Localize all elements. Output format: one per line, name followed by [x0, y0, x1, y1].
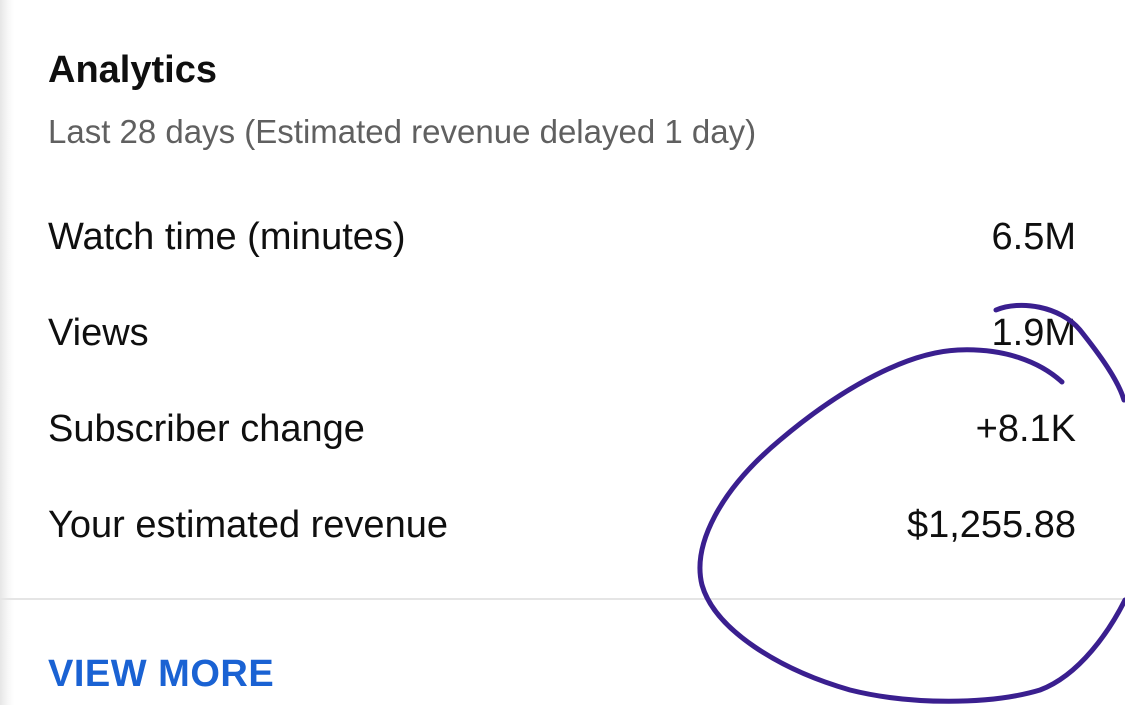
card-title: Analytics	[48, 49, 217, 91]
metric-value: +8.1K	[975, 407, 1076, 450]
metric-row-watch-time: Watch time (minutes) 6.5M	[48, 212, 1076, 262]
divider	[0, 598, 1125, 600]
metric-row-views: Views 1.9M	[48, 308, 1076, 358]
view-more-button[interactable]: VIEW MORE	[48, 652, 274, 696]
metric-row-estimated-revenue: Your estimated revenue $1,255.88	[48, 500, 1076, 550]
card-subtitle: Last 28 days (Estimated revenue delayed …	[48, 113, 757, 150]
metric-label: Your estimated revenue	[48, 503, 448, 546]
metric-row-subscriber-change: Subscriber change +8.1K	[48, 404, 1076, 454]
metric-value: 6.5M	[991, 215, 1076, 258]
analytics-card: Analytics Last 28 days (Estimated revenu…	[0, 0, 1125, 705]
metric-label: Views	[48, 311, 149, 354]
metric-label: Watch time (minutes)	[48, 215, 406, 258]
metric-value: $1,255.88	[906, 503, 1076, 546]
metric-value: 1.9M	[991, 311, 1076, 354]
metric-label: Subscriber change	[48, 407, 365, 450]
